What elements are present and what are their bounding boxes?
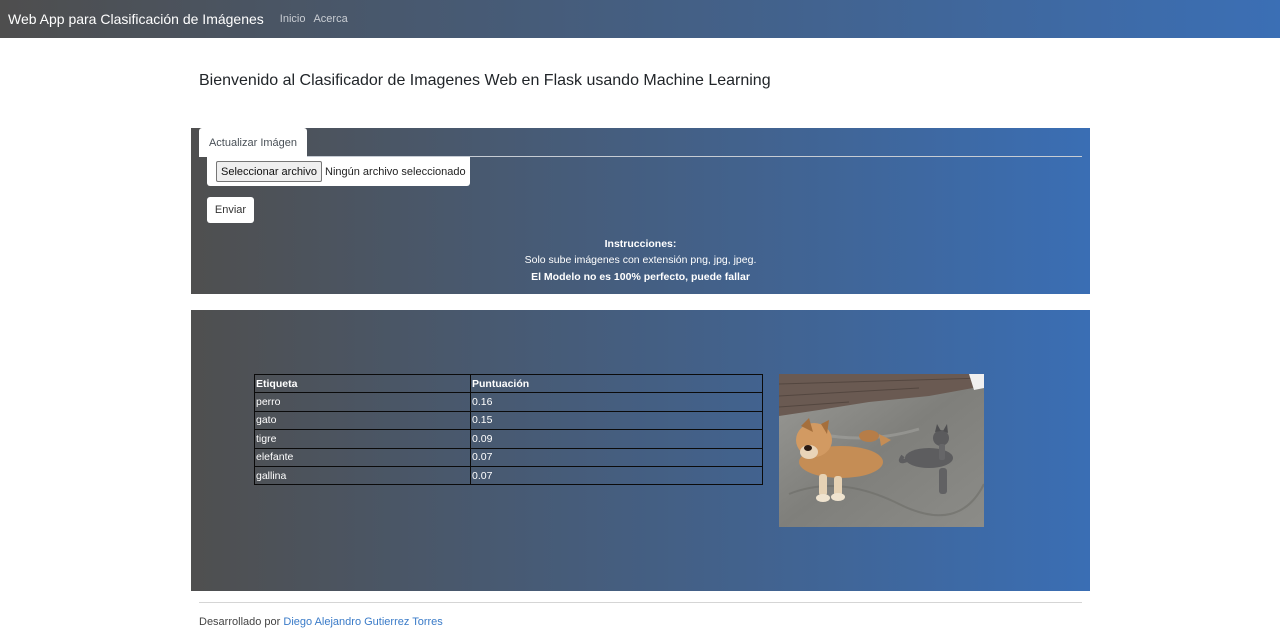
table-row: gallina 0.07 — [254, 465, 763, 486]
label-cell: tigre — [254, 429, 471, 449]
instructions: Instrucciones: Solo sube imágenes con ex… — [191, 236, 1090, 285]
table-header-row: Etiqueta Puntuación — [254, 373, 763, 394]
label-cell: gato — [254, 410, 471, 431]
score-cell: 0.16 — [470, 392, 763, 412]
tab-actualizar-imagen[interactable]: Actualizar Imágen — [199, 128, 307, 157]
file-input[interactable]: Seleccionar archivo Ningún archivo selec… — [207, 157, 470, 186]
upload-panel: Actualizar Imágen Seleccionar archivo Ni… — [191, 128, 1090, 294]
header-etiqueta: Etiqueta — [254, 373, 471, 394]
footer: Desarrollado por Diego Alejandro Gutierr… — [199, 616, 443, 628]
file-status-text: Ningún archivo seleccionado — [325, 165, 466, 178]
nav-link-acerca[interactable]: Acerca — [313, 13, 347, 25]
uploaded-image — [779, 374, 984, 527]
navbar: Web App para Clasificación de Imágenes I… — [0, 0, 1280, 38]
score-cell: 0.07 — [470, 447, 763, 467]
table-row: tigre 0.09 — [254, 429, 763, 449]
table-row: perro 0.16 — [254, 392, 763, 412]
footer-prefix: Desarrollado por — [199, 616, 281, 628]
author-link[interactable]: Diego Alejandro Gutierrez Torres — [283, 616, 442, 628]
label-cell: elefante — [254, 447, 471, 467]
label-cell: gallina — [254, 465, 471, 486]
results-panel: Etiqueta Puntuación perro 0.16 gato 0.15… — [191, 310, 1090, 591]
score-cell: 0.09 — [470, 429, 763, 449]
file-select-button[interactable]: Seleccionar archivo — [216, 161, 322, 182]
page-title: Bienvenido al Clasificador de Imagenes W… — [199, 72, 771, 89]
navbar-brand[interactable]: Web App para Clasificación de Imágenes — [8, 11, 264, 27]
header-puntuacion: Puntuación — [470, 373, 763, 394]
instructions-title: Instrucciones: — [604, 238, 677, 250]
dog-and-cat-photo-icon — [779, 374, 984, 527]
footer-divider — [199, 602, 1082, 603]
instructions-warning: El Modelo no es 100% perfecto, puede fal… — [531, 270, 750, 283]
table-row: elefante 0.07 — [254, 447, 763, 467]
table-row: gato 0.15 — [254, 410, 763, 431]
submit-button[interactable]: Enviar — [207, 197, 254, 223]
label-cell: perro — [254, 392, 471, 412]
score-cell: 0.07 — [470, 465, 763, 486]
score-cell: 0.15 — [470, 410, 763, 431]
instructions-text: Solo sube imágenes con extensión png, jp… — [524, 254, 757, 267]
results-table: Etiqueta Puntuación perro 0.16 gato 0.15… — [254, 373, 763, 486]
nav-link-inicio[interactable]: Inicio — [280, 13, 306, 25]
